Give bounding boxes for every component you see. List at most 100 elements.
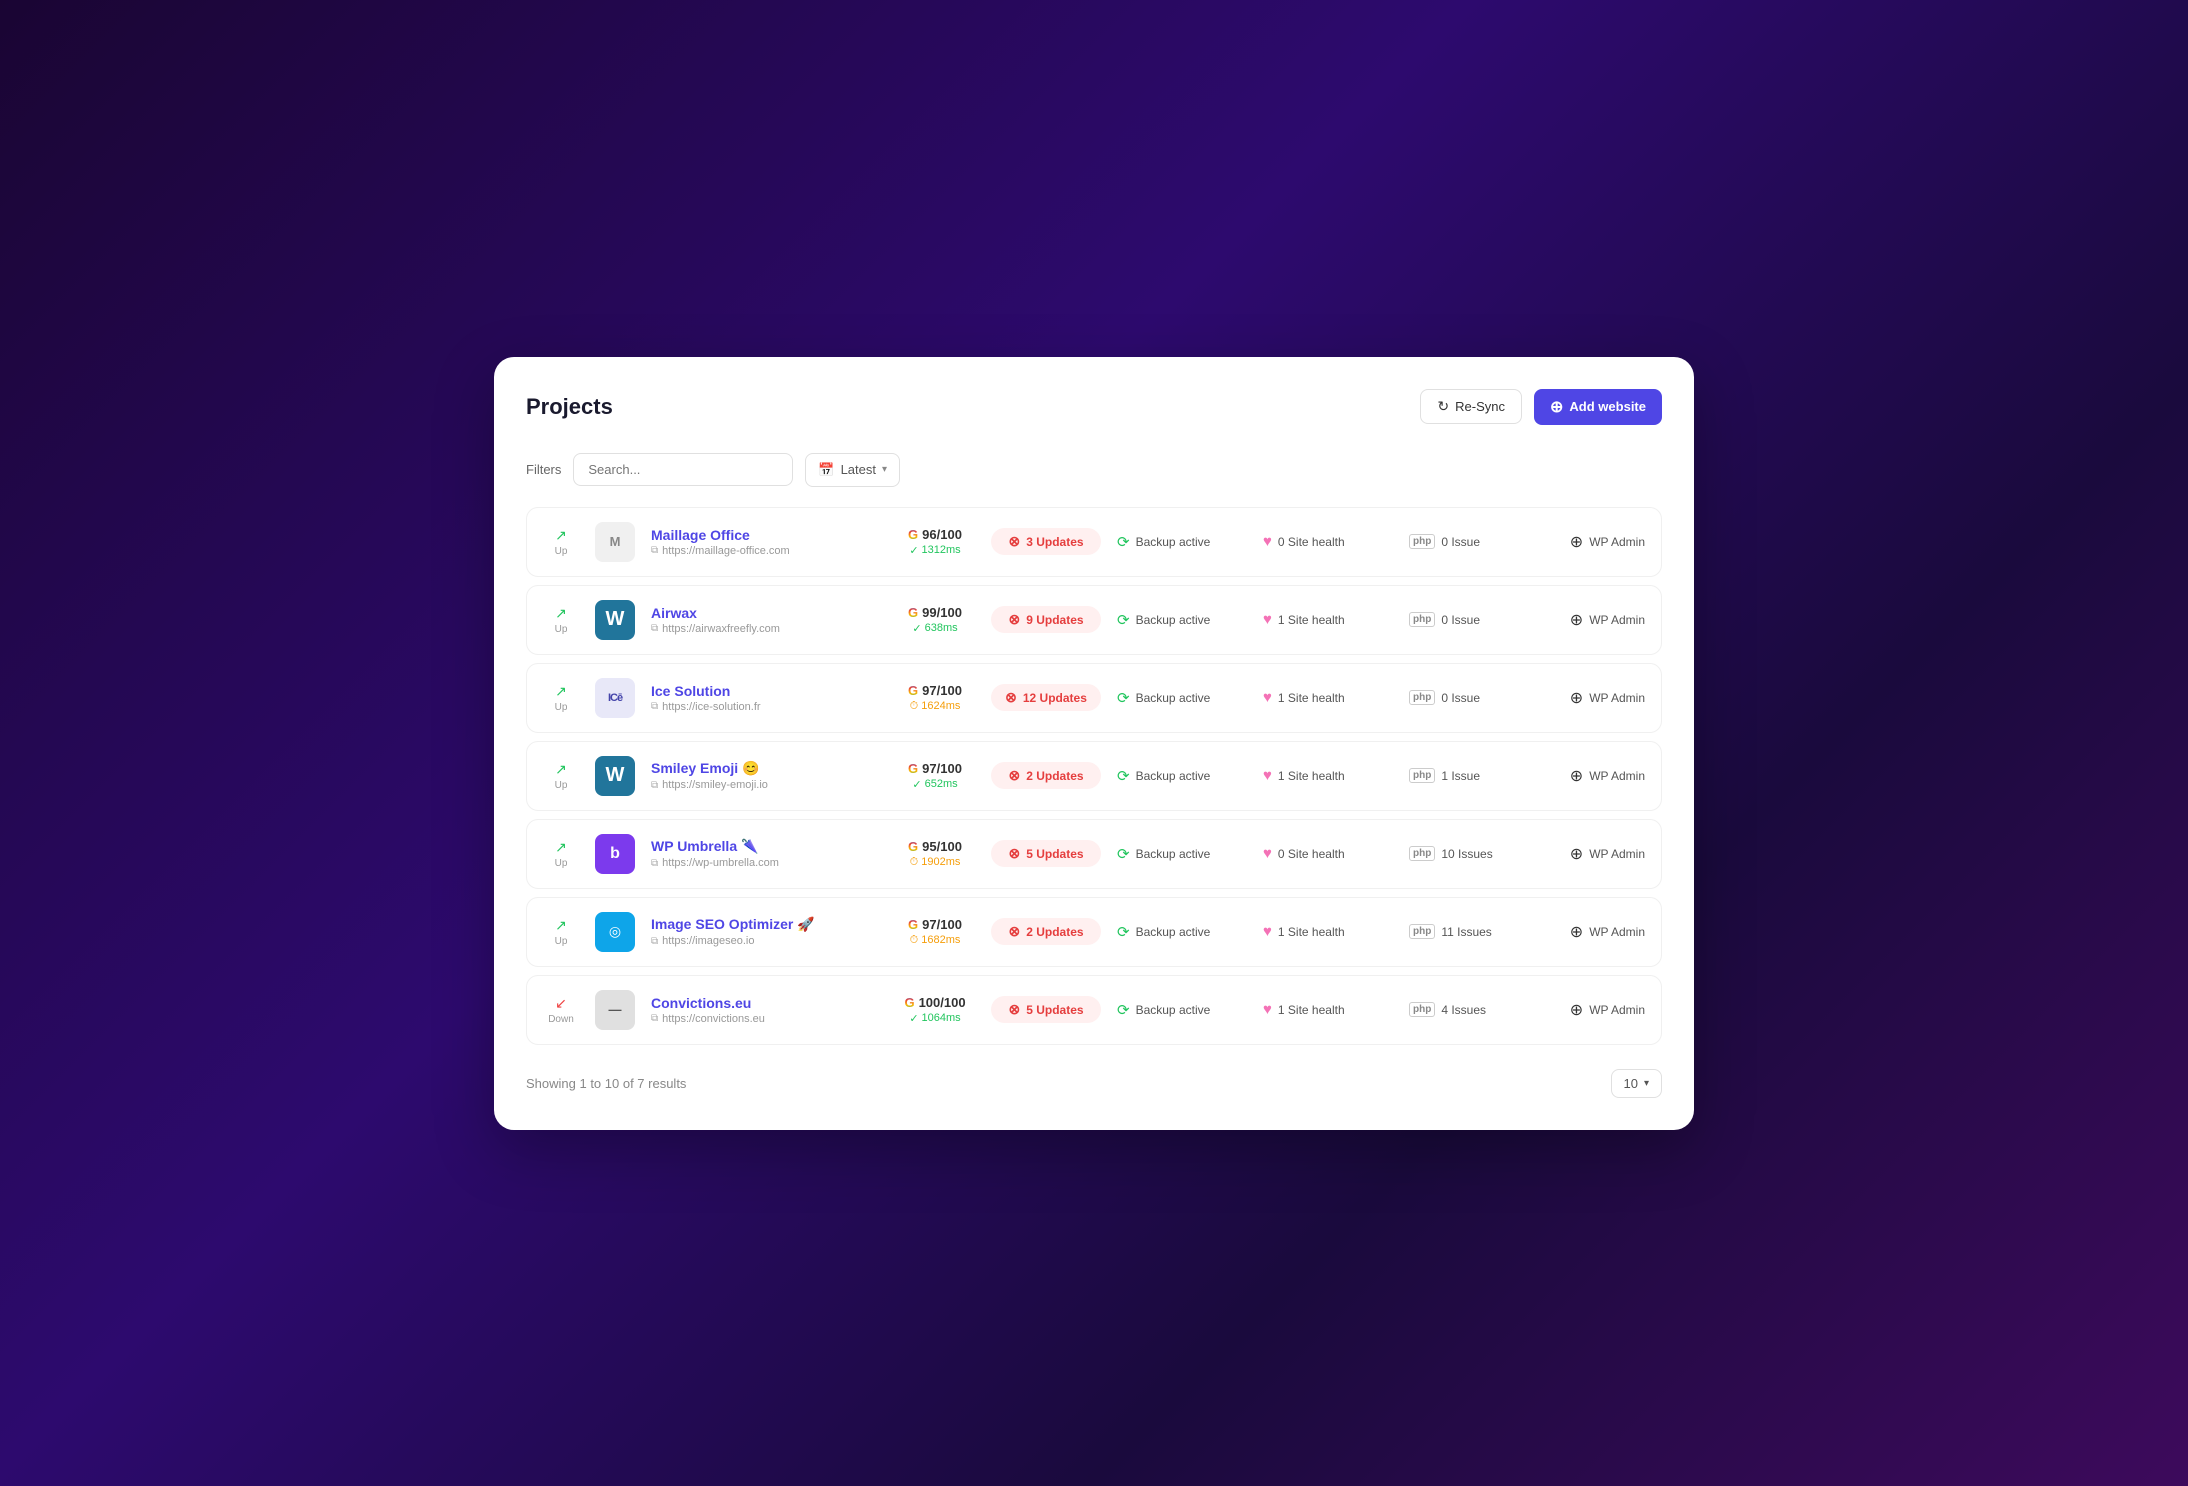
add-icon: ⊕: [1550, 397, 1563, 417]
site-health-col: ♥ 1 Site health: [1263, 689, 1393, 706]
site-name[interactable]: Image SEO Optimizer 🚀: [651, 916, 879, 933]
header-actions: ↻ Re-Sync ⊕ Add website: [1420, 389, 1662, 425]
updates-badge[interactable]: ⊗ 12 Updates: [991, 684, 1101, 711]
site-name[interactable]: WP Umbrella 🌂: [651, 838, 879, 855]
site-logo: ICē: [595, 678, 635, 718]
resync-button[interactable]: ↻ Re-Sync: [1420, 389, 1522, 424]
score-col: G 97/100 ⏱ 1682ms: [895, 917, 975, 947]
google-score: G 97/100: [908, 917, 962, 932]
search-input[interactable]: [573, 453, 793, 486]
wp-admin-col[interactable]: ⊕ WP Admin: [1555, 610, 1645, 630]
site-info: WP Umbrella 🌂 ⧉ https://wp-umbrella.com: [651, 838, 879, 869]
issues-text: 0 Issue: [1441, 691, 1480, 705]
status-text: Up: [555, 702, 568, 713]
status-arrow-icon: ↗: [555, 917, 567, 934]
score-col: G 95/100 ⏱ 1902ms: [895, 839, 975, 869]
updates-icon: ⊗: [1008, 533, 1020, 550]
backup-icon: ⟳: [1117, 533, 1130, 551]
status-arrow-icon: ↗: [555, 527, 567, 544]
score-col: G 100/100 ✓ 1064ms: [895, 995, 975, 1025]
backup-icon: ⟳: [1117, 767, 1130, 785]
add-website-button[interactable]: ⊕ Add website: [1534, 389, 1662, 425]
heart-icon: ♥: [1263, 1001, 1272, 1018]
updates-text: 5 Updates: [1026, 847, 1083, 861]
updates-text: 2 Updates: [1026, 769, 1083, 783]
speed-indicator: ⏱ 1902ms: [910, 856, 961, 869]
heart-icon: ♥: [1263, 923, 1272, 940]
site-url: ⧉ https://convictions.eu: [651, 1013, 879, 1025]
status-arrow-icon: ↗: [555, 605, 567, 622]
updates-badge[interactable]: ⊗ 9 Updates: [991, 606, 1101, 633]
google-icon: G: [908, 839, 918, 854]
wp-admin-text: WP Admin: [1589, 691, 1645, 705]
issues-text: 11 Issues: [1441, 925, 1491, 939]
wp-admin-col[interactable]: ⊕ WP Admin: [1555, 688, 1645, 708]
google-icon: G: [908, 605, 918, 620]
backup-col: ⟳ Backup active: [1117, 767, 1247, 785]
site-health-col: ♥ 1 Site health: [1263, 1001, 1393, 1018]
status-col: ↙ Down: [543, 995, 579, 1025]
wp-admin-text: WP Admin: [1589, 769, 1645, 783]
backup-text: Backup active: [1136, 925, 1211, 939]
site-health-text: 0 Site health: [1278, 535, 1345, 549]
wp-admin-col[interactable]: ⊕ WP Admin: [1555, 1000, 1645, 1020]
updates-badge[interactable]: ⊗ 2 Updates: [991, 918, 1101, 945]
issues-col: php 4 Issues: [1409, 1002, 1539, 1017]
site-health-text: 1 Site health: [1278, 691, 1345, 705]
updates-text: 2 Updates: [1026, 925, 1083, 939]
issues-text: 4 Issues: [1441, 1003, 1486, 1017]
updates-icon: ⊗: [1008, 767, 1020, 784]
filters-label: Filters: [526, 462, 561, 477]
updates-badge[interactable]: ⊗ 5 Updates: [991, 996, 1101, 1023]
updates-badge[interactable]: ⊗ 3 Updates: [991, 528, 1101, 555]
updates-badge[interactable]: ⊗ 2 Updates: [991, 762, 1101, 789]
google-score: G 95/100: [908, 839, 962, 854]
page-title: Projects: [526, 394, 613, 420]
updates-text: 9 Updates: [1026, 613, 1083, 627]
site-name[interactable]: Maillage Office: [651, 527, 879, 543]
php-icon: php: [1409, 768, 1435, 783]
site-logo: ◎: [595, 912, 635, 952]
speed-icon: ✓: [909, 544, 918, 557]
google-score: G 96/100: [908, 527, 962, 542]
wp-admin-col[interactable]: ⊕ WP Admin: [1555, 532, 1645, 552]
speed-icon: ⏱: [910, 934, 919, 947]
per-page-selector[interactable]: 10 ▾: [1611, 1069, 1663, 1098]
site-health-text: 1 Site health: [1278, 1003, 1345, 1017]
date-filter[interactable]: 📅 Latest ▾: [805, 453, 900, 487]
footer: Showing 1 to 10 of 7 results 10 ▾: [526, 1069, 1662, 1098]
table-row: ↗ Up M Maillage Office ⧉ https://maillag…: [526, 507, 1662, 577]
site-name[interactable]: Smiley Emoji 😊: [651, 760, 879, 777]
status-text: Down: [548, 1014, 574, 1025]
site-name[interactable]: Ice Solution: [651, 683, 879, 699]
site-name[interactable]: Convictions.eu: [651, 995, 879, 1011]
google-score: G 100/100: [904, 995, 965, 1010]
php-icon: php: [1409, 534, 1435, 549]
table-row: ↗ Up ICē Ice Solution ⧉ https://ice-solu…: [526, 663, 1662, 733]
updates-badge[interactable]: ⊗ 5 Updates: [991, 840, 1101, 867]
updates-icon: ⊗: [1005, 689, 1017, 706]
wp-admin-col[interactable]: ⊕ WP Admin: [1555, 922, 1645, 942]
link-icon: ⧉: [651, 701, 658, 712]
site-name[interactable]: Airwax: [651, 605, 879, 621]
link-icon: ⧉: [651, 545, 658, 556]
status-text: Up: [555, 858, 568, 869]
site-info: Smiley Emoji 😊 ⧉ https://smiley-emoji.io: [651, 760, 879, 791]
results-text: Showing 1 to 10 of 7 results: [526, 1076, 686, 1091]
status-text: Up: [555, 624, 568, 635]
status-col: ↗ Up: [543, 839, 579, 869]
wordpress-icon: ⊕: [1570, 922, 1583, 942]
site-logo: b: [595, 834, 635, 874]
speed-icon: ✓: [912, 622, 921, 635]
wp-admin-col[interactable]: ⊕ WP Admin: [1555, 844, 1645, 864]
site-info: Airwax ⧉ https://airwaxfreefly.com: [651, 605, 879, 635]
php-icon: php: [1409, 612, 1435, 627]
wp-admin-col[interactable]: ⊕ WP Admin: [1555, 766, 1645, 786]
wordpress-icon: ⊕: [1570, 844, 1583, 864]
wp-admin-text: WP Admin: [1589, 1003, 1645, 1017]
google-score: G 97/100: [908, 761, 962, 776]
google-icon: G: [904, 995, 914, 1010]
wordpress-icon: ⊕: [1570, 688, 1583, 708]
updates-icon: ⊗: [1008, 845, 1020, 862]
site-logo: M: [595, 522, 635, 562]
